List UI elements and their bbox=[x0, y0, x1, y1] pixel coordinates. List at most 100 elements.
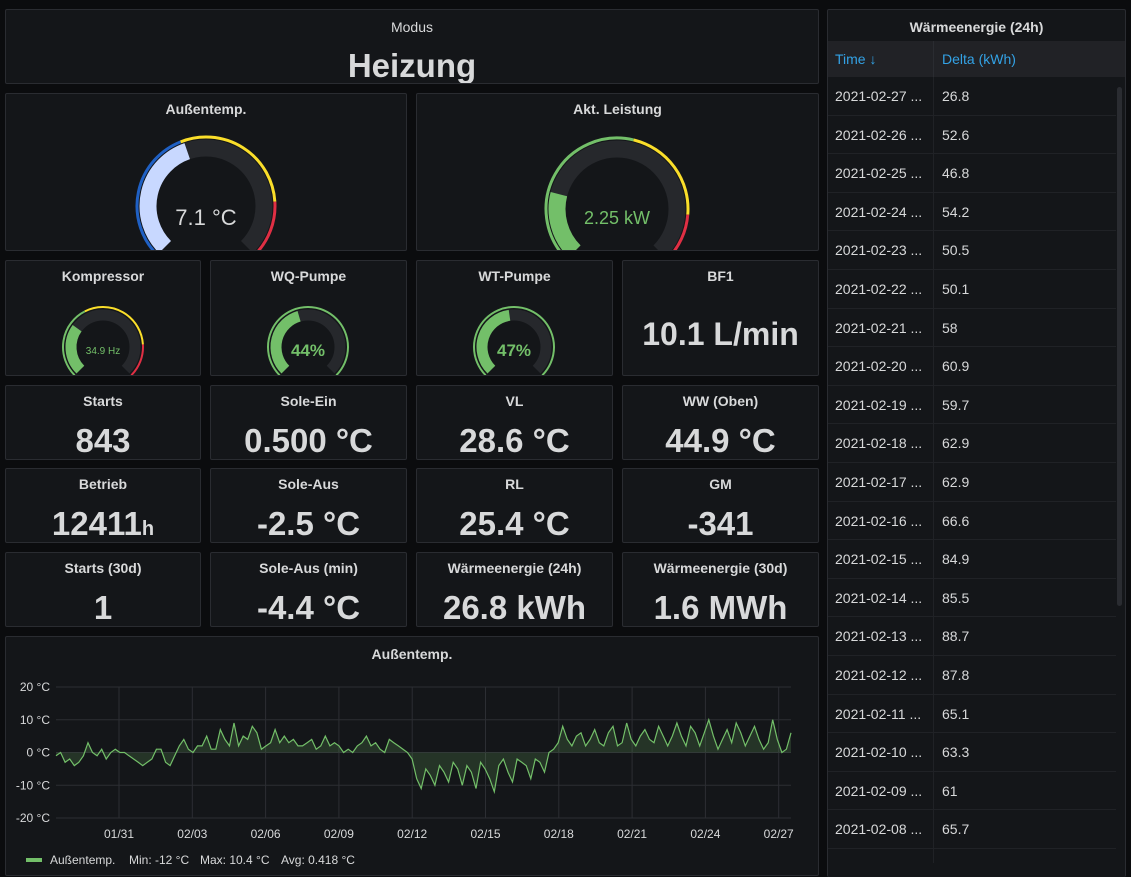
leistung-gauge: 2.25 kW bbox=[544, 136, 690, 250]
legend-max: Max: 10.4 °C bbox=[200, 853, 270, 867]
rl-panel: RL 25.4 °C bbox=[416, 468, 613, 543]
legend-min: Min: -12 °C bbox=[129, 853, 189, 867]
cell-delta: 61 bbox=[942, 782, 958, 799]
modus-value: Heizung bbox=[347, 47, 477, 84]
table-row[interactable]: 2021-02-14 ... 85.5 bbox=[828, 578, 1116, 618]
cell-time: 2021-02-17 ... bbox=[828, 462, 934, 501]
leistung-track-arc bbox=[548, 140, 686, 250]
table-row[interactable]: 2021-02-25 ... 46.8 bbox=[828, 154, 1116, 193]
rl-value: 25.4 °C bbox=[459, 505, 570, 542]
table-row[interactable]: 2021-02-21 ... 58 bbox=[828, 308, 1116, 348]
column-header-delta[interactable]: Delta (kWh) bbox=[934, 41, 1016, 77]
cell-delta: 88.7 bbox=[942, 628, 970, 645]
table-row[interactable]: 2021-02-27 ... 26.8 bbox=[828, 77, 1116, 116]
waermeenergie-30d-title: Wärmeenergie (30d) bbox=[653, 560, 788, 576]
cell-delta: 63.3 bbox=[942, 744, 970, 761]
starts-panel: Starts 843 bbox=[5, 385, 201, 460]
modus-panel: Modus Heizung bbox=[5, 9, 819, 84]
table-row[interactable]: 2021-02-26 ... 52.6 bbox=[828, 115, 1116, 155]
cell-delta: 87.8 bbox=[942, 666, 970, 683]
legend-avg: Avg: 0.418 °C bbox=[281, 853, 355, 867]
cell-time: 2021-02-07 ... bbox=[828, 848, 934, 863]
betrieb-value: 12411 bbox=[51, 505, 142, 542]
aussentemp-chart[interactable]: 20 °C 10 °C 0 °C -10 °C -20 °C 01/31 02/03 02/… bbox=[6, 637, 819, 876]
table-row[interactable]: 2021-02-18 ... 62.9 bbox=[828, 424, 1116, 463]
cell-delta: 26.8 bbox=[942, 88, 970, 104]
cell-delta: 54.2 bbox=[942, 203, 970, 220]
sole-aus-panel: Sole-Aus -2.5 °C bbox=[210, 468, 407, 543]
cell-delta: 65.7 bbox=[942, 821, 970, 838]
gm-panel: GM -341 bbox=[622, 468, 819, 543]
aussentemp-gauge: 7.1 °C bbox=[135, 135, 277, 250]
cell-time: 2021-02-25 ... bbox=[828, 154, 934, 192]
cell-time: 2021-02-27 ... bbox=[828, 77, 934, 115]
y-tick-label: 20 °C bbox=[20, 680, 50, 694]
starts-value: 843 bbox=[75, 422, 131, 459]
cell-time: 2021-02-26 ... bbox=[828, 115, 934, 154]
starts-title: Starts bbox=[83, 393, 123, 409]
cell-delta: 46.8 bbox=[942, 165, 970, 182]
leistung-gauge-value: 2.25 kW bbox=[584, 208, 650, 228]
table-row[interactable]: 2021-02-17 ... 62.9 bbox=[828, 462, 1116, 502]
cell-delta: 59.8 bbox=[934, 849, 969, 863]
wt-pumpe-gauge: 47% bbox=[473, 305, 555, 375]
cell-time: 2021-02-11 ... bbox=[828, 694, 934, 733]
wq-pumpe-gauge-panel: WQ-Pumpe 44% bbox=[210, 260, 407, 376]
starts-30d-panel: Starts (30d) 1 bbox=[5, 552, 201, 627]
wq-pumpe-gauge: 44% bbox=[267, 305, 349, 375]
table-body[interactable]: 2021-02-27 ... 26.8 2021-02-26 ... 52.6 2021… bbox=[828, 77, 1116, 863]
table-row[interactable]: 2021-02-16 ... 66.6 bbox=[828, 501, 1116, 541]
x-tick-label: 02/18 bbox=[544, 827, 574, 841]
gm-value: -341 bbox=[687, 505, 754, 542]
table-scrollbar[interactable] bbox=[1117, 87, 1122, 606]
table-row[interactable]: 2021-02-22 ... 50.1 bbox=[828, 269, 1116, 309]
cell-time: 2021-02-15 ... bbox=[828, 540, 934, 578]
cell-time: 2021-02-24 ... bbox=[828, 192, 934, 231]
cell-delta: 84.9 bbox=[942, 551, 970, 568]
table-row[interactable]: 2021-02-13 ... 88.7 bbox=[828, 617, 1116, 656]
waermeenergie-30d-panel: Wärmeenergie (30d) 1.6 MWh bbox=[622, 552, 819, 627]
vl-title: VL bbox=[505, 393, 524, 409]
cell-delta: 50.5 bbox=[942, 242, 970, 259]
column-header-time[interactable]: Time ↓ bbox=[828, 41, 934, 77]
table-row[interactable]: 2021-02-11 ... 65.1 bbox=[828, 694, 1116, 734]
ww-panel: WW (Oben) 44.9 °C bbox=[622, 385, 819, 460]
legend-swatch[interactable] bbox=[26, 858, 42, 862]
waermeenergie-24h-value: 26.8 kWh bbox=[442, 589, 587, 626]
table-row[interactable]: 2021-02-10 ... 63.3 bbox=[828, 733, 1116, 772]
cell-delta: 50.1 bbox=[942, 280, 970, 297]
x-tick-label: 02/27 bbox=[764, 827, 794, 841]
aussentemp-gauge-panel: Außentemp. 7.1 °C bbox=[5, 93, 407, 251]
table-row[interactable]: 2021-02-20 ... 60.9 bbox=[828, 347, 1116, 386]
table-row[interactable]: 2021-02-15 ... 84.9 bbox=[828, 540, 1116, 579]
table-row[interactable]: 2021-02-08 ... 65.7 bbox=[828, 810, 1116, 849]
table-row[interactable]: 2021-02-07 ...59.8 bbox=[828, 848, 1116, 863]
cell-delta: 85.5 bbox=[942, 589, 970, 606]
legend-series-name[interactable]: Außentemp. bbox=[50, 853, 115, 867]
cell-time: 2021-02-19 ... bbox=[828, 385, 934, 424]
sole-aus-min-value: -4.4 °C bbox=[256, 589, 361, 626]
cell-time: 2021-02-18 ... bbox=[828, 424, 934, 462]
table-row[interactable]: 2021-02-23 ... 50.5 bbox=[828, 231, 1116, 270]
cell-time: 2021-02-09 ... bbox=[828, 771, 934, 810]
cell-time: 2021-02-10 ... bbox=[828, 733, 934, 771]
table-row[interactable]: 2021-02-09 ... 61 bbox=[828, 771, 1116, 811]
ww-value: 44.9 °C bbox=[665, 422, 776, 459]
wt-pumpe-gauge-value: 47% bbox=[497, 341, 531, 360]
leistung-value-arc bbox=[548, 191, 581, 250]
x-tick-label: 02/03 bbox=[177, 827, 207, 841]
wt-pumpe-gauge-panel: WT-Pumpe 47% bbox=[416, 260, 613, 376]
vl-panel: VL 28.6 °C bbox=[416, 385, 613, 460]
y-tick-label: -20 °C bbox=[16, 811, 50, 825]
y-tick-label: -10 °C bbox=[16, 778, 50, 792]
table-row[interactable]: 2021-02-12 ... 87.8 bbox=[828, 655, 1116, 695]
betrieb-title: Betrieb bbox=[78, 476, 128, 492]
sole-ein-title: Sole-Ein bbox=[280, 393, 337, 409]
cell-time: 2021-02-13 ... bbox=[828, 617, 934, 655]
table-row[interactable]: 2021-02-24 ... 54.2 bbox=[828, 192, 1116, 232]
kompressor-gauge-panel: Kompressor 34.9 Hz bbox=[5, 260, 201, 376]
table-row[interactable]: 2021-02-19 ... 59.7 bbox=[828, 385, 1116, 425]
waermeenergie-table-panel: Wärmeenergie (24h) Time ↓ Delta (kWh) 20… bbox=[827, 9, 1126, 877]
sole-aus-value: -2.5 °C bbox=[256, 505, 361, 542]
starts-30d-title: Starts (30d) bbox=[64, 560, 142, 576]
